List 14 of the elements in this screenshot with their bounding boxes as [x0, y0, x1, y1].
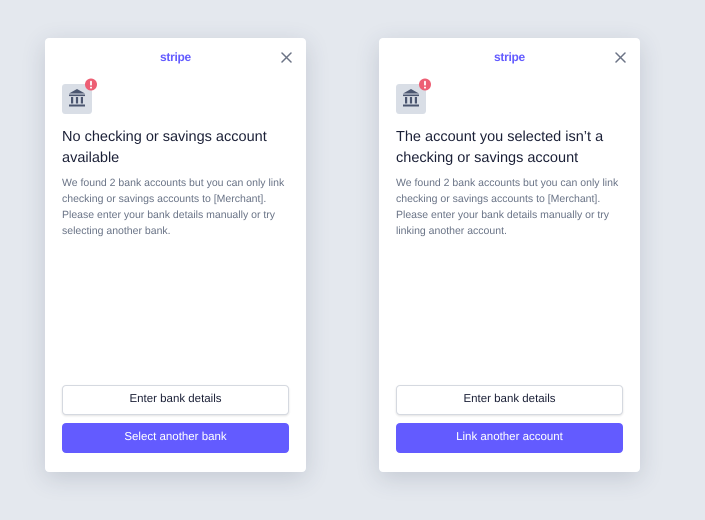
logo: stripe: [494, 49, 525, 66]
bank-alert-icon: [62, 78, 98, 114]
dialog-message: We found 2 bank accounts but you can only link checking or savings accounts to [Merchant]. Please enter your bank details manually or try selecting another bank.: [62, 176, 286, 239]
primary-button[interactable]: Select another bank: [62, 423, 289, 453]
primary-button[interactable]: Link another account: [396, 423, 623, 453]
dialog-message: We found 2 bank accounts but you can only link checking or savings accounts to [Merchant]. Please enter your bank details manually or try linking another account.: [396, 176, 620, 239]
secondary-button[interactable]: Enter bank details: [62, 385, 289, 415]
logo: stripe: [160, 49, 191, 66]
secondary-button[interactable]: Enter bank details: [396, 385, 623, 415]
dialog-title: No checking or savings account available: [62, 128, 268, 168]
close-icon[interactable]: [281, 52, 292, 63]
close-icon[interactable]: [615, 52, 626, 63]
bank-alert-icon: [396, 78, 432, 114]
dialog-title: The account you selected isn’t a checking or savings account: [396, 128, 604, 168]
